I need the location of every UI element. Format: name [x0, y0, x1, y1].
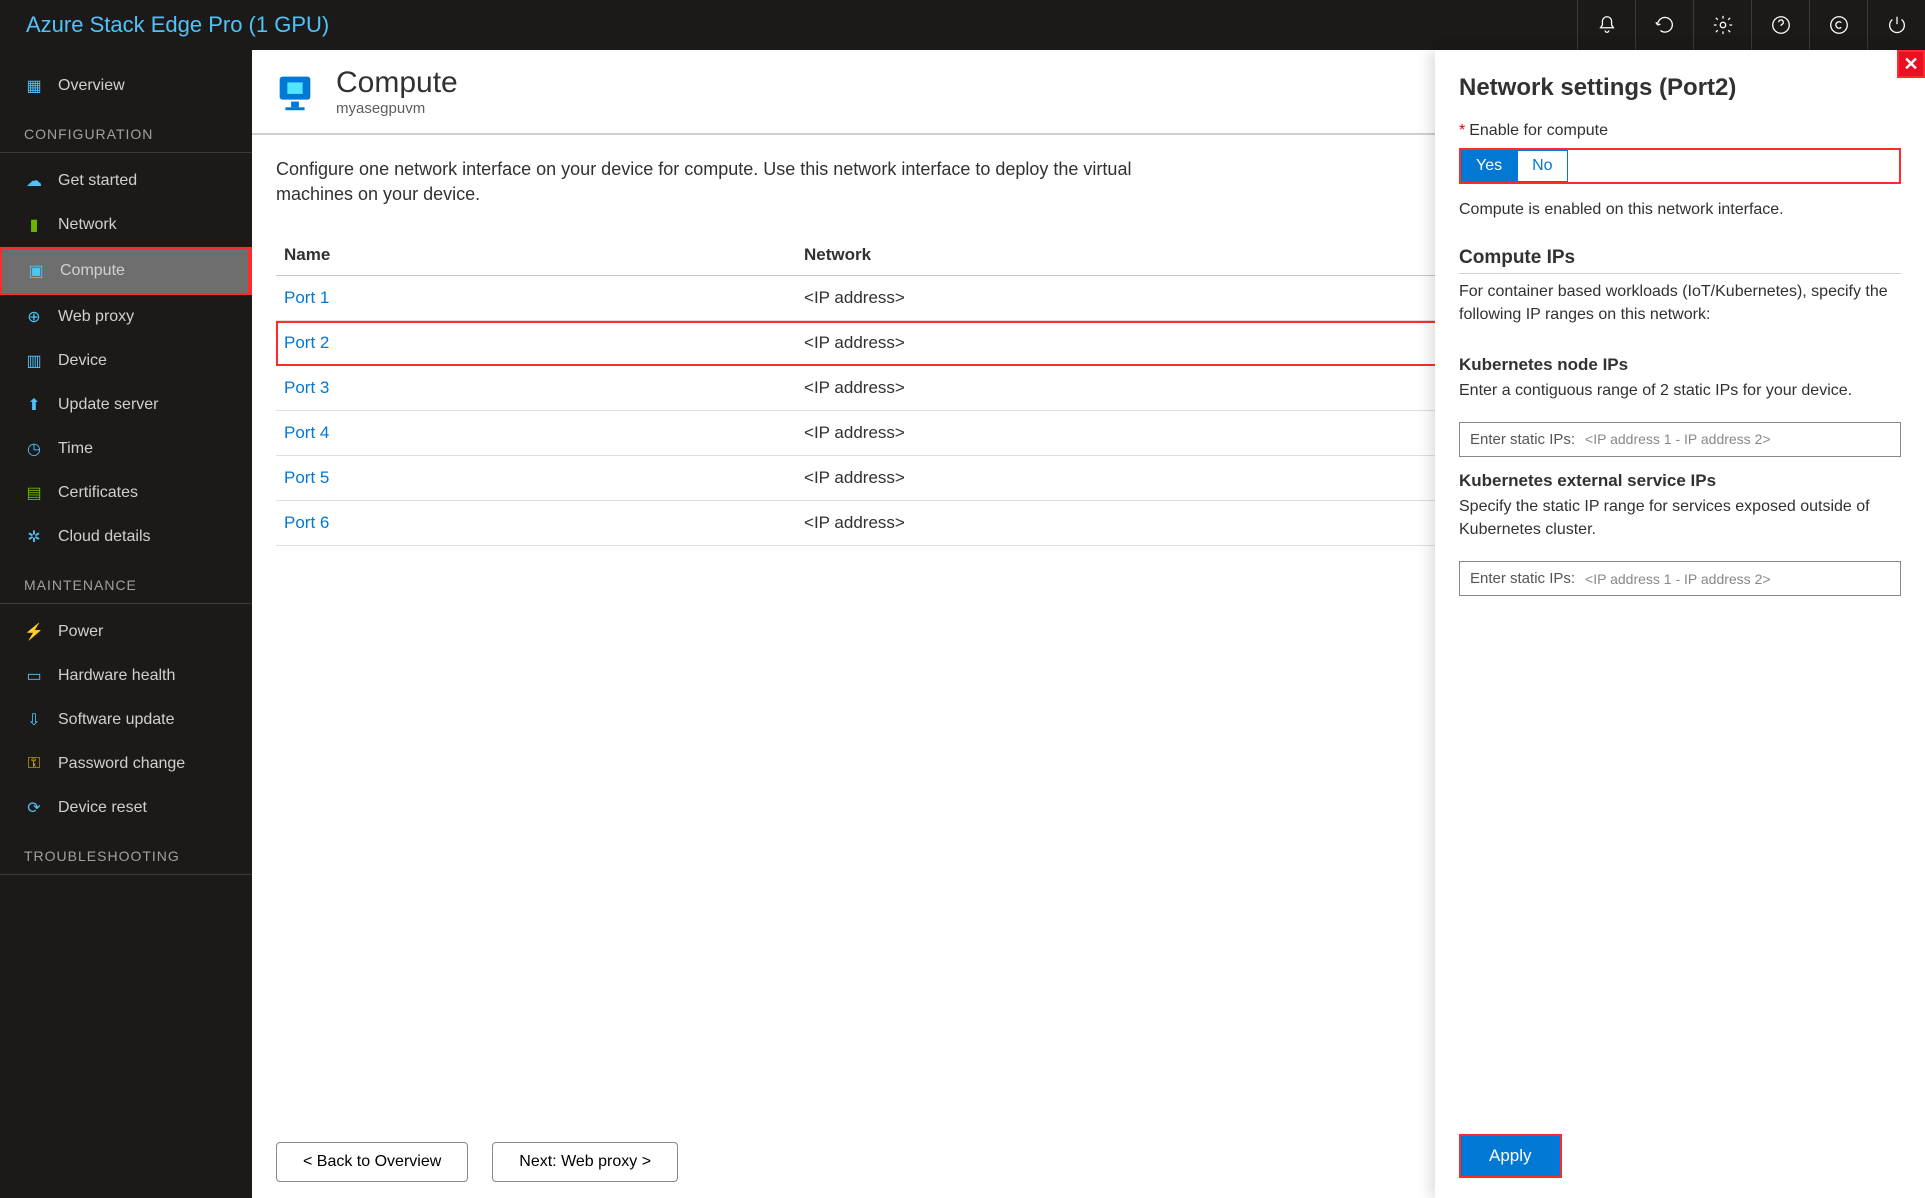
- back-button[interactable]: < Back to Overview: [276, 1142, 468, 1182]
- sidebar-item-device-reset[interactable]: ⟳ Device reset: [0, 786, 252, 830]
- device-icon: ▥: [24, 351, 44, 371]
- reset-icon: ⟳: [24, 798, 44, 818]
- bolt-icon: ⚡: [24, 622, 44, 642]
- refresh-icon[interactable]: [1635, 0, 1693, 50]
- ip-input-label: Enter static IPs:: [1470, 570, 1575, 587]
- top-actions: [1577, 0, 1925, 50]
- sidebar-item-label: Web proxy: [58, 308, 134, 326]
- port-link[interactable]: Port 1: [284, 288, 329, 307]
- notifications-icon[interactable]: [1577, 0, 1635, 50]
- top-bar: Azure Stack Edge Pro (1 GPU): [0, 0, 1925, 50]
- sidebar-item-label: Power: [58, 623, 103, 641]
- sidebar-item-compute[interactable]: ▣ Compute: [0, 247, 252, 295]
- sidebar-item-network[interactable]: ▮ Network: [0, 203, 252, 247]
- sidebar-section-configuration: CONFIGURATION: [0, 108, 252, 153]
- settings-icon[interactable]: [1693, 0, 1751, 50]
- update-icon: ⬆: [24, 395, 44, 415]
- k8s-node-heading: Kubernetes node IPs: [1459, 355, 1901, 375]
- hardware-icon: ▭: [24, 666, 44, 686]
- sidebar-item-get-started[interactable]: ☁ Get started: [0, 159, 252, 203]
- network-icon: ▮: [24, 215, 44, 235]
- globe-icon: ⊕: [24, 307, 44, 327]
- sidebar-item-hardware-health[interactable]: ▭ Hardware health: [0, 654, 252, 698]
- sidebar-item-label: Device: [58, 352, 107, 370]
- port-link[interactable]: Port 4: [284, 423, 329, 442]
- enable-compute-label: *Enable for compute: [1459, 122, 1901, 140]
- compute-ips-desc: For container based workloads (IoT/Kuber…: [1459, 280, 1901, 326]
- sidebar-item-certificates[interactable]: ▤ Certificates: [0, 471, 252, 515]
- k8s-svc-desc: Specify the static IP range for services…: [1459, 495, 1901, 541]
- enable-compute-toggle[interactable]: Yes No: [1459, 148, 1901, 184]
- sidebar-item-label: Certificates: [58, 484, 138, 502]
- k8s-svc-heading: Kubernetes external service IPs: [1459, 471, 1901, 491]
- sidebar-item-label: Hardware health: [58, 667, 175, 685]
- sidebar-item-label: Cloud details: [58, 528, 151, 546]
- ip-input-label: Enter static IPs:: [1470, 431, 1575, 448]
- col-name: Name: [276, 235, 796, 276]
- compute-icon: ▣: [26, 261, 46, 281]
- sidebar-item-label: Device reset: [58, 799, 147, 817]
- toggle-yes[interactable]: Yes: [1461, 150, 1517, 182]
- sidebar-item-label: Software update: [58, 711, 175, 729]
- k8s-node-ip-input[interactable]: Enter static IPs: <IP address 1 - IP add…: [1459, 422, 1901, 457]
- sidebar-item-label: Update server: [58, 396, 159, 414]
- cloud-icon: ☁: [24, 171, 44, 191]
- help-icon[interactable]: [1751, 0, 1809, 50]
- sidebar-item-label: Overview: [58, 77, 125, 95]
- toggle-no[interactable]: No: [1517, 150, 1567, 182]
- sidebar-section-troubleshooting: TROUBLESHOOTING: [0, 830, 252, 875]
- power-icon[interactable]: [1867, 0, 1925, 50]
- overview-icon: ▦: [24, 76, 44, 96]
- close-icon[interactable]: ✕: [1897, 50, 1925, 78]
- panel-title: Network settings (Port2): [1459, 74, 1901, 102]
- next-button[interactable]: Next: Web proxy >: [492, 1142, 678, 1182]
- sidebar-item-label: Password change: [58, 755, 185, 773]
- sidebar-item-time[interactable]: ◷ Time: [0, 427, 252, 471]
- cloud-details-icon: ✲: [24, 527, 44, 547]
- certificate-icon: ▤: [24, 483, 44, 503]
- compute-page-icon: [272, 69, 318, 115]
- compute-ips-heading: Compute IPs: [1459, 247, 1901, 274]
- sidebar-item-power[interactable]: ⚡ Power: [0, 610, 252, 654]
- k8s-svc-ip-input[interactable]: Enter static IPs: <IP address 1 - IP add…: [1459, 561, 1901, 596]
- sidebar-item-software-update[interactable]: ⇩ Software update: [0, 698, 252, 742]
- main-content: Compute myasegpuvm Configure one network…: [252, 50, 1925, 1198]
- ip-input-placeholder: <IP address 1 - IP address 2>: [1585, 431, 1771, 447]
- apply-button[interactable]: Apply: [1459, 1134, 1562, 1178]
- software-update-icon: ⇩: [24, 710, 44, 730]
- sidebar-item-update-server[interactable]: ⬆ Update server: [0, 383, 252, 427]
- port-link[interactable]: Port 2: [284, 333, 329, 352]
- sidebar-item-web-proxy[interactable]: ⊕ Web proxy: [0, 295, 252, 339]
- port-link[interactable]: Port 5: [284, 468, 329, 487]
- sidebar-item-device[interactable]: ▥ Device: [0, 339, 252, 383]
- enabled-text: Compute is enabled on this network inter…: [1459, 198, 1901, 221]
- sidebar-item-password-change[interactable]: ⚿ Password change: [0, 742, 252, 786]
- sidebar-item-cloud-details[interactable]: ✲ Cloud details: [0, 515, 252, 559]
- port-link[interactable]: Port 3: [284, 378, 329, 397]
- sidebar: ▦ Overview CONFIGURATION ☁ Get started ▮…: [0, 50, 252, 1198]
- sidebar-section-maintenance: MAINTENANCE: [0, 559, 252, 604]
- app-title: Azure Stack Edge Pro (1 GPU): [26, 12, 329, 38]
- port-link[interactable]: Port 6: [284, 513, 329, 532]
- ip-input-placeholder: <IP address 1 - IP address 2>: [1585, 571, 1771, 587]
- sidebar-item-label: Get started: [58, 172, 137, 190]
- sidebar-item-label: Time: [58, 440, 93, 458]
- page-subtitle: myasegpuvm: [336, 100, 458, 117]
- sidebar-item-label: Network: [58, 216, 117, 234]
- sidebar-item-overview[interactable]: ▦ Overview: [0, 64, 252, 108]
- network-settings-panel: ✕ Network settings (Port2) *Enable for c…: [1435, 50, 1925, 1198]
- k8s-node-desc: Enter a contiguous range of 2 static IPs…: [1459, 379, 1901, 402]
- copyright-icon[interactable]: [1809, 0, 1867, 50]
- key-icon: ⚿: [24, 754, 44, 774]
- page-intro: Configure one network interface on your …: [276, 157, 1196, 207]
- sidebar-item-label: Compute: [60, 262, 125, 280]
- page-title: Compute: [336, 66, 458, 100]
- clock-icon: ◷: [24, 439, 44, 459]
